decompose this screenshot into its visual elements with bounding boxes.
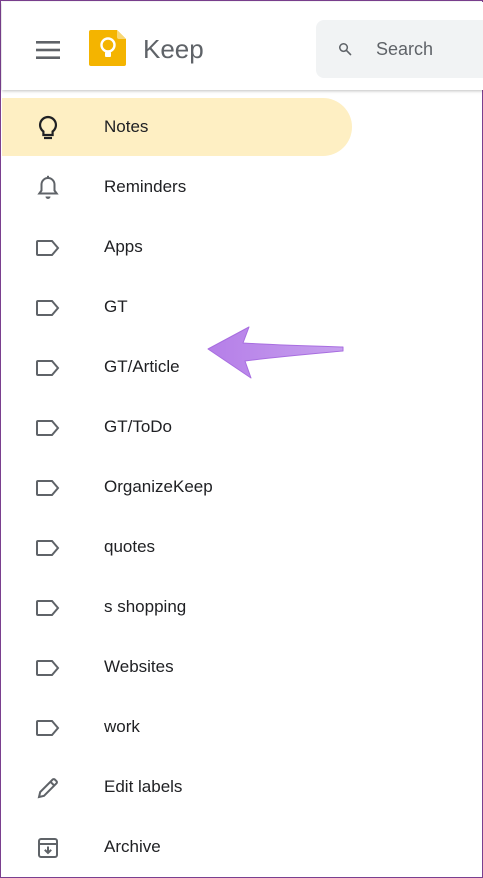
- label-icon: [35, 235, 61, 261]
- label-icon: [35, 475, 61, 501]
- label-icon: [35, 355, 61, 381]
- sidebar-nav: Notes Reminders Apps GT GT/Article GT/To…: [2, 97, 483, 877]
- search-icon[interactable]: [338, 36, 352, 62]
- sidebar-item-s-shopping[interactable]: s shopping: [2, 577, 483, 637]
- annotation-arrow-icon: [207, 326, 344, 379]
- label-icon: [35, 295, 61, 321]
- label-icon: [35, 595, 61, 621]
- sidebar-item-label: Apps: [104, 237, 143, 256]
- sidebar-item-quotes[interactable]: quotes: [2, 517, 483, 577]
- sidebar-item-notes[interactable]: Notes: [2, 97, 483, 157]
- pencil-icon: [35, 775, 61, 801]
- sidebar-item-label: Reminders: [104, 177, 187, 196]
- lightbulb-icon: [35, 115, 61, 141]
- label-icon: [35, 535, 61, 561]
- sidebar-item-label: quotes: [104, 537, 156, 556]
- sidebar-item-gt-todo[interactable]: GT/ToDo: [2, 397, 483, 457]
- bell-icon: [35, 175, 61, 201]
- sidebar-item-label: OrganizeKeep: [104, 477, 213, 496]
- sidebar-item-label: GT/ToDo: [104, 417, 173, 436]
- sidebar-item-label: GT/Article: [104, 357, 180, 376]
- sidebar-item-organizekeep[interactable]: OrganizeKeep: [2, 457, 483, 517]
- keep-lightbulb-logo[interactable]: [88, 28, 128, 68]
- sidebar-item-work[interactable]: work: [2, 697, 483, 757]
- label-icon: [35, 715, 61, 741]
- archive-icon: [35, 835, 61, 861]
- search-bar[interactable]: [316, 20, 483, 78]
- main-menu-button[interactable]: [26, 32, 70, 68]
- hamburger-menu-icon: [36, 41, 60, 59]
- sidebar-item-label: Websites: [104, 657, 174, 676]
- app-title: Keep: [143, 34, 204, 64]
- label-icon: [35, 415, 61, 441]
- sidebar-item-reminders[interactable]: Reminders: [2, 157, 483, 217]
- sidebar-item-label: work: [104, 717, 140, 736]
- sidebar-item-edit-labels[interactable]: Edit labels: [2, 757, 483, 817]
- sidebar-item-label: Edit labels: [104, 777, 183, 796]
- sidebar-item-websites[interactable]: Websites: [2, 637, 483, 697]
- sidebar-item-label: Archive: [104, 837, 161, 856]
- label-icon: [35, 655, 61, 681]
- app-window: Keep Notes: [0, 0, 483, 878]
- search-input[interactable]: [374, 37, 483, 61]
- sidebar-item-archive[interactable]: Archive: [2, 817, 483, 877]
- sidebar-item-label: Notes: [104, 117, 149, 136]
- sidebar-item-label: s shopping: [104, 597, 187, 616]
- sidebar-item-apps[interactable]: Apps: [2, 217, 483, 277]
- sidebar-item-label: GT: [104, 297, 128, 316]
- app-header: Keep: [2, 2, 483, 90]
